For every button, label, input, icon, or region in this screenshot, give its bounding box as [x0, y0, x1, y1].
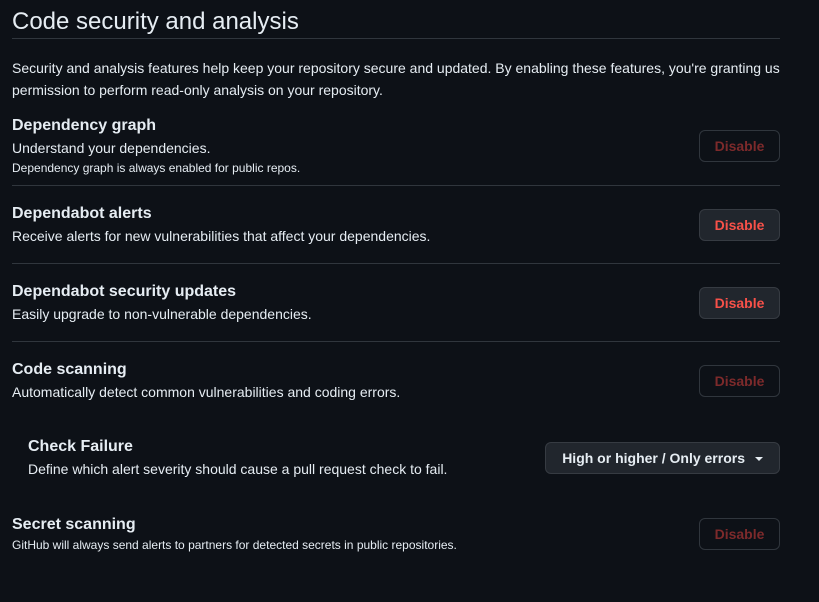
feature-dependabot-alerts: Dependabot alerts Receive alerts for new…	[12, 186, 780, 264]
feature-text: Dependabot alerts Receive alerts for new…	[12, 203, 430, 247]
feature-text: Dependency graph Understand your depende…	[12, 115, 300, 177]
dependabot-security-updates-disable-button[interactable]: Disable	[699, 286, 780, 319]
feature-title: Dependabot alerts	[12, 204, 152, 222]
feature-dependency-graph: Dependency graph Understand your depende…	[12, 106, 780, 186]
feature-code-scanning: Code scanning Automatically detect commo…	[12, 342, 780, 420]
feature-title: Secret scanning	[12, 516, 136, 533]
feature-text: Check Failure Define which alert severit…	[28, 436, 447, 480]
feature-note: Dependency graph is always enabled for p…	[12, 160, 301, 175]
feature-description: Define which alert severity should cause…	[28, 461, 448, 477]
feature-title: Check Failure	[28, 438, 133, 455]
dependency-graph-disable-button: Disable	[699, 129, 780, 162]
feature-description: Receive alerts for new vulnerabilities t…	[12, 227, 431, 244]
dependabot-alerts-disable-button[interactable]: Disable	[699, 208, 780, 241]
feature-text: Code scanning Automatically detect commo…	[12, 359, 400, 403]
feature-description: GitHub will always send alerts to partne…	[12, 538, 457, 552]
check-failure-severity-select[interactable]: High or higher / Only errors	[545, 442, 780, 474]
feature-secret-scanning: Secret scanning GitHub will always send …	[12, 496, 780, 572]
feature-text: Dependabot security updates Easily upgra…	[12, 281, 312, 325]
secret-scanning-disable-button: Disable	[699, 518, 780, 550]
feature-check-failure: Check Failure Define which alert severit…	[12, 420, 780, 496]
code-security-settings-page: Code security and analysis Security and …	[0, 0, 819, 602]
feature-description: Easily upgrade to non-vulnerable depende…	[12, 305, 312, 322]
page-title: Code security and analysis	[12, 0, 780, 39]
feature-title: Dependency graph	[12, 116, 157, 134]
feature-description: Automatically detect common vulnerabilit…	[12, 384, 401, 400]
caret-down-icon	[755, 457, 763, 461]
feature-text: Secret scanning GitHub will always send …	[12, 514, 457, 554]
feature-title: Dependabot security updates	[12, 282, 237, 300]
feature-dependabot-security-updates: Dependabot security updates Easily upgra…	[12, 264, 780, 342]
feature-description: Understand your dependencies.	[12, 139, 211, 156]
intro-text: Security and analysis features help keep…	[12, 60, 780, 98]
feature-title: Code scanning	[12, 361, 127, 378]
check-failure-selected-value: High or higher / Only errors	[562, 450, 745, 466]
code-scanning-disable-button: Disable	[699, 365, 780, 397]
